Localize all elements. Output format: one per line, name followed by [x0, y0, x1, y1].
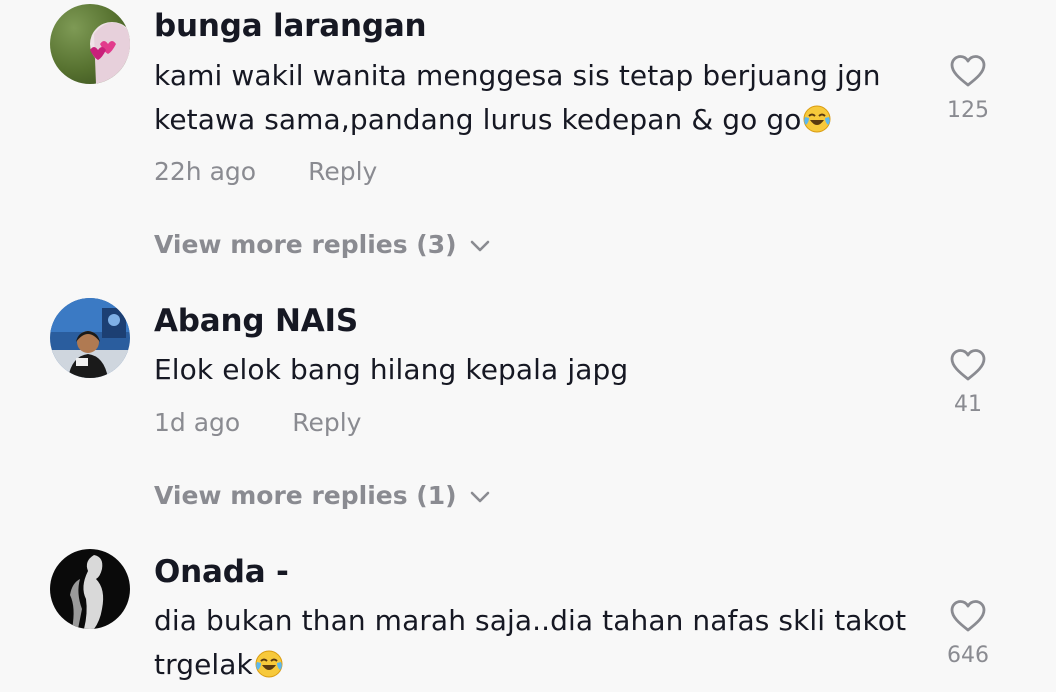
avatar[interactable]	[50, 4, 130, 84]
like-count: 125	[947, 98, 989, 123]
comment-meta: 1d ago Reply	[154, 408, 361, 437]
comment-author[interactable]: Onada -	[154, 554, 289, 590]
chevron-down-icon	[470, 491, 489, 503]
like-button[interactable]: 646	[936, 599, 1000, 668]
heart-outline-icon	[950, 349, 986, 381]
comment-text: kami wakil wanita menggesa sis tetap ber…	[154, 54, 914, 142]
heart-outline-icon	[950, 55, 986, 87]
like-button[interactable]: 41	[936, 348, 1000, 417]
laughing-emoji-icon	[254, 648, 284, 678]
like-count: 646	[947, 643, 989, 668]
laughing-emoji-icon	[802, 103, 832, 133]
like-count: 41	[954, 392, 982, 417]
view-more-replies-button[interactable]: View more replies (3)	[154, 230, 491, 259]
view-more-replies-label: View more replies (3)	[154, 230, 457, 259]
comment-meta: 22h ago Reply	[154, 157, 377, 186]
comment-text: Elok elok bang hilang kepala japg	[154, 348, 914, 392]
reply-button[interactable]: Reply	[292, 408, 361, 437]
view-more-replies-button[interactable]: View more replies (1)	[154, 481, 491, 510]
heart-outline-icon	[950, 600, 986, 632]
comment-body: kami wakil wanita menggesa sis tetap ber…	[154, 59, 881, 136]
avatar-image	[50, 549, 130, 629]
avatar-image	[50, 298, 130, 378]
view-more-replies-label: View more replies (1)	[154, 481, 457, 510]
reply-button[interactable]: Reply	[308, 157, 377, 186]
comment-time: 1d ago	[154, 408, 241, 437]
comment-author[interactable]: Abang NAIS	[154, 303, 358, 339]
comment-author[interactable]: bunga larangan	[154, 8, 427, 44]
comment-body: Elok elok bang hilang kepala japg	[154, 353, 629, 386]
avatar[interactable]	[50, 298, 130, 378]
comment-time: 22h ago	[154, 157, 257, 186]
chevron-down-icon	[470, 240, 489, 252]
avatar[interactable]	[50, 549, 130, 629]
like-button[interactable]: 125	[936, 54, 1000, 123]
comment-text: dia bukan than marah saja..dia tahan naf…	[154, 599, 914, 687]
avatar-image	[50, 4, 130, 84]
